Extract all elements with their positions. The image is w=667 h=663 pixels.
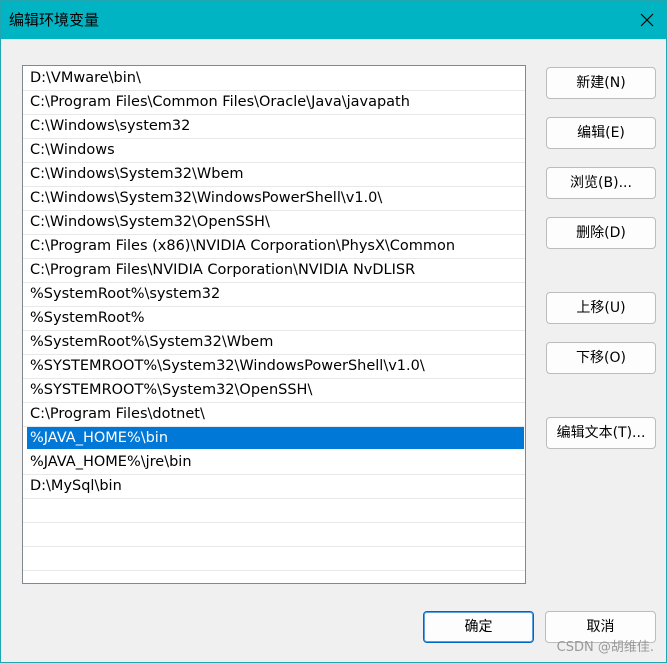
ok-button[interactable]: 确定 xyxy=(423,611,534,643)
window-title: 编辑环境变量 xyxy=(9,11,100,29)
path-list-item[interactable]: %SYSTEMROOT%\System32\OpenSSH\ xyxy=(23,379,525,403)
path-list-item[interactable]: C:\Windows\system32 xyxy=(23,115,525,139)
browse-button[interactable]: 浏览(B)... xyxy=(546,167,656,199)
path-list-item[interactable] xyxy=(23,547,525,571)
close-icon xyxy=(640,13,654,27)
path-list-item[interactable]: C:\Windows\System32\WindowsPowerShell\v1… xyxy=(23,187,525,211)
path-list-item[interactable]: C:\Program Files\dotnet\ xyxy=(23,403,525,427)
title-bar[interactable]: 编辑环境变量 xyxy=(1,1,666,39)
path-list-item[interactable]: C:\Program Files (x86)\NVIDIA Corporatio… xyxy=(23,235,525,259)
path-list[interactable]: D:\VMware\bin\ C:\Program Files\Common Fi… xyxy=(22,65,526,584)
path-list-item[interactable]: %SYSTEMROOT%\System32\WindowsPowerShell\… xyxy=(23,355,525,379)
close-button[interactable] xyxy=(632,5,662,35)
edit-button[interactable]: 编辑(E) xyxy=(546,117,656,149)
path-list-item[interactable]: D:\MySql\bin xyxy=(23,475,525,499)
path-list-item[interactable] xyxy=(23,523,525,547)
path-list-item[interactable]: C:\Windows xyxy=(23,139,525,163)
path-list-item[interactable]: C:\Windows\System32\OpenSSH\ xyxy=(23,211,525,235)
edit-environment-variable-dialog: 编辑环境变量 D:\VMware\bin\ C:\Program Files\Co… xyxy=(0,0,667,663)
path-list-item[interactable]: C:\Program Files\Common Files\Oracle\Jav… xyxy=(23,91,525,115)
delete-button[interactable]: 删除(D) xyxy=(546,217,656,249)
path-list-item[interactable] xyxy=(23,499,525,523)
path-list-item[interactable] xyxy=(23,571,525,583)
path-list-item[interactable]: C:\Windows\System32\Wbem xyxy=(23,163,525,187)
watermark: CSDN @胡维佳. xyxy=(556,640,654,655)
path-list-item[interactable]: %SystemRoot% xyxy=(23,307,525,331)
path-list-item[interactable]: %JAVA_HOME%\jre\bin xyxy=(23,451,525,475)
move-up-button[interactable]: 上移(U) xyxy=(546,292,656,324)
path-list-item[interactable]: D:\VMware\bin\ xyxy=(23,67,525,91)
new-button[interactable]: 新建(N) xyxy=(546,67,656,99)
path-list-item[interactable]: %SystemRoot%\System32\Wbem xyxy=(23,331,525,355)
path-list-item-selected[interactable]: %JAVA_HOME%\bin xyxy=(27,427,524,449)
path-list-item[interactable]: C:\Program Files\NVIDIA Corporation\NVID… xyxy=(23,259,525,283)
move-down-button[interactable]: 下移(O) xyxy=(546,342,656,374)
edit-text-button[interactable]: 编辑文本(T)... xyxy=(546,417,656,449)
path-list-item[interactable]: %SystemRoot%\system32 xyxy=(23,283,525,307)
